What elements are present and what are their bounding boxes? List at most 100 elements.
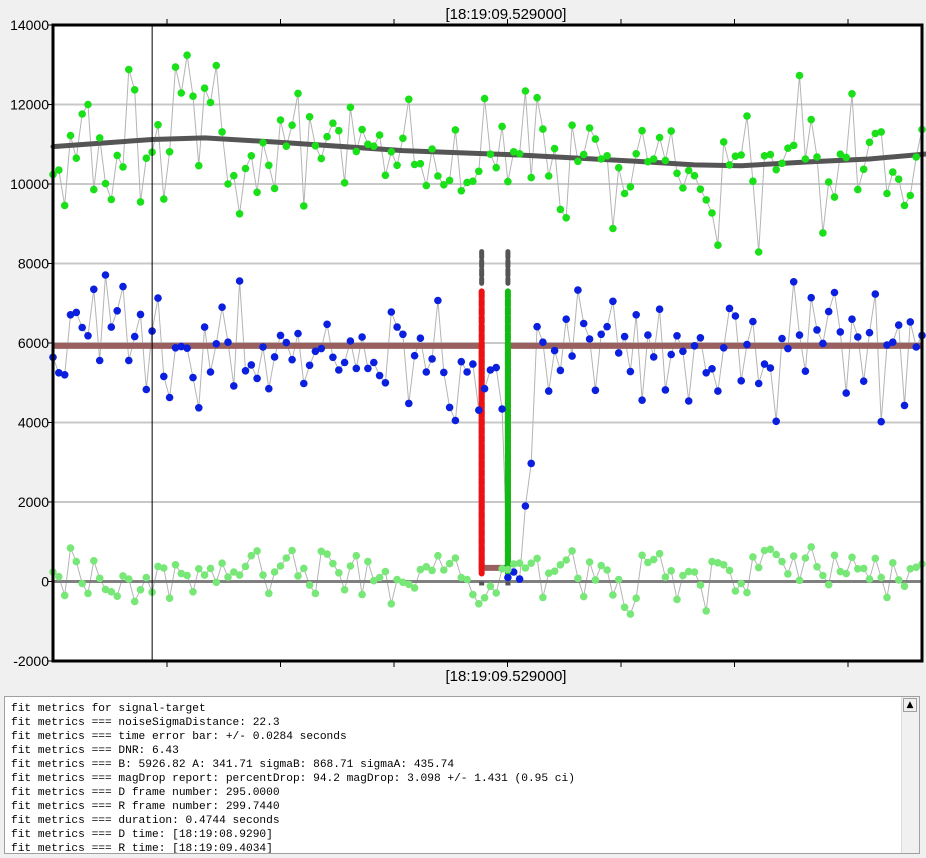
vertical-scrollbar[interactable]: ▲ bbox=[901, 697, 919, 853]
noise-point bbox=[603, 566, 611, 574]
noise-point bbox=[165, 594, 174, 602]
light-curve-plot: -2000 0 2000 4000 6000 8000 10000 12000 14000 [1… bbox=[0, 0, 926, 690]
comparison-point bbox=[842, 153, 850, 162]
y-tick-label: 2000 bbox=[18, 494, 49, 510]
target-point bbox=[562, 315, 570, 324]
target-point bbox=[819, 339, 827, 348]
target-point bbox=[719, 344, 728, 352]
noise-point bbox=[253, 547, 261, 555]
noise-point bbox=[842, 569, 850, 578]
fit-metrics-log[interactable]: fit metrics for signal-target fit metric… bbox=[4, 696, 920, 854]
target-point bbox=[294, 329, 302, 338]
comparison-point bbox=[136, 198, 145, 206]
y-tick-label: 0 bbox=[41, 574, 49, 590]
comparison-point bbox=[212, 61, 221, 70]
noise-point bbox=[480, 594, 489, 602]
comparison-point bbox=[276, 116, 285, 124]
noise-point bbox=[591, 576, 600, 584]
target-point bbox=[276, 331, 285, 340]
comparison-point bbox=[95, 134, 104, 142]
target-point bbox=[399, 330, 407, 339]
target-point bbox=[521, 502, 530, 510]
log-line: fit metrics === R time: [18:19:09.4034] bbox=[11, 843, 273, 854]
comparison-point bbox=[813, 153, 821, 161]
target-point bbox=[556, 366, 565, 375]
noise-point bbox=[539, 593, 547, 602]
comparison-point bbox=[113, 151, 121, 160]
noise-point bbox=[661, 573, 670, 581]
log-line: fit metrics === duration: 0.4744 seconds bbox=[11, 815, 280, 827]
comparison-point bbox=[247, 152, 256, 160]
target-point bbox=[183, 344, 191, 353]
scroll-up-arrow-icon[interactable]: ▲ bbox=[903, 698, 917, 712]
noise-point bbox=[795, 576, 804, 585]
target-point bbox=[416, 334, 425, 343]
noise-point bbox=[451, 554, 460, 562]
noise-point bbox=[95, 574, 104, 583]
y-tick-label: 10000 bbox=[10, 176, 49, 192]
x-axis-label: [18:19:09.529000] bbox=[446, 668, 567, 685]
comparison-point bbox=[119, 163, 127, 171]
comparison-point bbox=[889, 168, 897, 176]
target-point bbox=[434, 296, 442, 305]
target-point bbox=[696, 334, 705, 342]
comparison-point bbox=[235, 210, 244, 218]
target-point bbox=[889, 338, 897, 347]
target-point bbox=[270, 353, 279, 361]
comparison-point bbox=[288, 121, 296, 129]
log-line: fit metrics for signal-target bbox=[11, 703, 206, 715]
target-point bbox=[743, 340, 751, 349]
target-point bbox=[323, 320, 331, 329]
comparison-point bbox=[830, 193, 839, 201]
comparison-point bbox=[883, 189, 891, 198]
comparison-point bbox=[539, 125, 547, 133]
noise-point bbox=[614, 575, 623, 584]
noise-point bbox=[72, 557, 81, 566]
noise-point bbox=[195, 565, 203, 573]
target-point bbox=[504, 573, 512, 582]
target-point bbox=[871, 290, 880, 298]
target-point bbox=[440, 368, 448, 377]
comparison-point bbox=[405, 95, 413, 104]
comparison-point bbox=[591, 135, 600, 143]
target-point bbox=[218, 303, 226, 312]
comparison-point bbox=[142, 154, 151, 162]
noise-point bbox=[259, 571, 267, 579]
target-point bbox=[317, 344, 326, 353]
noise-point bbox=[848, 553, 856, 562]
target-point bbox=[212, 340, 221, 348]
comparison-point bbox=[171, 63, 180, 71]
noise-point bbox=[335, 569, 343, 577]
noise-point bbox=[655, 549, 664, 558]
target-point bbox=[492, 363, 501, 372]
target-point bbox=[335, 366, 343, 374]
noise-point bbox=[428, 566, 436, 575]
target-point bbox=[632, 311, 640, 319]
comparison-point bbox=[789, 141, 798, 150]
target-point bbox=[894, 321, 903, 329]
comparison-point bbox=[224, 180, 232, 188]
target-point bbox=[72, 308, 81, 317]
noise-point bbox=[387, 600, 396, 608]
comparison-point bbox=[714, 241, 722, 249]
target-point bbox=[60, 371, 69, 379]
comparison-point bbox=[562, 214, 570, 222]
comparison-point bbox=[894, 175, 903, 183]
comparison-point bbox=[504, 177, 512, 186]
target-point bbox=[142, 385, 151, 394]
target-point bbox=[475, 406, 483, 415]
comparison-point bbox=[329, 119, 337, 127]
noise-point bbox=[142, 573, 151, 582]
target-point bbox=[84, 332, 92, 340]
plot-title: [18:19:09.529000] bbox=[446, 6, 567, 23]
target-point bbox=[130, 332, 139, 341]
target-point bbox=[247, 361, 256, 369]
target-point bbox=[579, 319, 588, 328]
target-point bbox=[282, 338, 291, 347]
noise-point bbox=[894, 576, 903, 584]
comparison-point bbox=[900, 201, 909, 210]
comparison-point bbox=[84, 100, 92, 109]
noise-point bbox=[282, 554, 291, 562]
target-point bbox=[912, 343, 920, 351]
noise-point bbox=[626, 610, 635, 618]
